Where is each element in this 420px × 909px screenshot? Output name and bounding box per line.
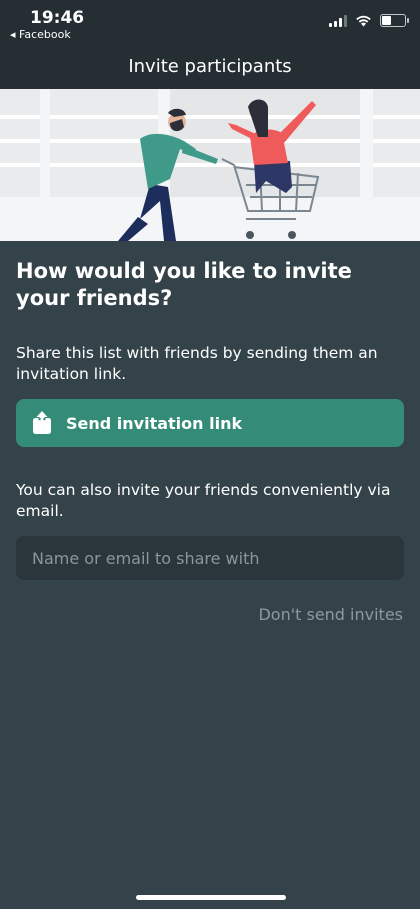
top-bar: 19:46 ◂ Facebook Invite participants (0, 0, 420, 89)
invitation-link-description: Share this list with friends by sending … (16, 344, 378, 383)
invite-heading: How would you like to invite your friend… (16, 259, 352, 310)
send-invitation-link-label: Send invitation link (66, 413, 243, 433)
page-title: Invite participants (128, 56, 292, 77)
signal-icon (329, 14, 347, 27)
email-invite-description: You can also invite your friends conveni… (16, 481, 391, 520)
battery-icon (380, 14, 409, 27)
invite-heading-container: How would you like to invite your friend… (16, 258, 404, 312)
send-invitation-link-button[interactable]: Send invitation link (16, 399, 404, 447)
status-time: 19:46 (30, 8, 85, 28)
back-to-app-link[interactable]: ◂ Facebook (10, 28, 71, 41)
share-icon (33, 411, 51, 434)
email-share-input[interactable] (16, 536, 404, 580)
friends-shopping-cart-illustration (0, 89, 420, 241)
wifi-icon (356, 15, 371, 26)
status-icons (329, 14, 409, 27)
dont-send-invites-link[interactable]: Don't send invites (258, 605, 403, 624)
home-indicator (136, 895, 286, 900)
